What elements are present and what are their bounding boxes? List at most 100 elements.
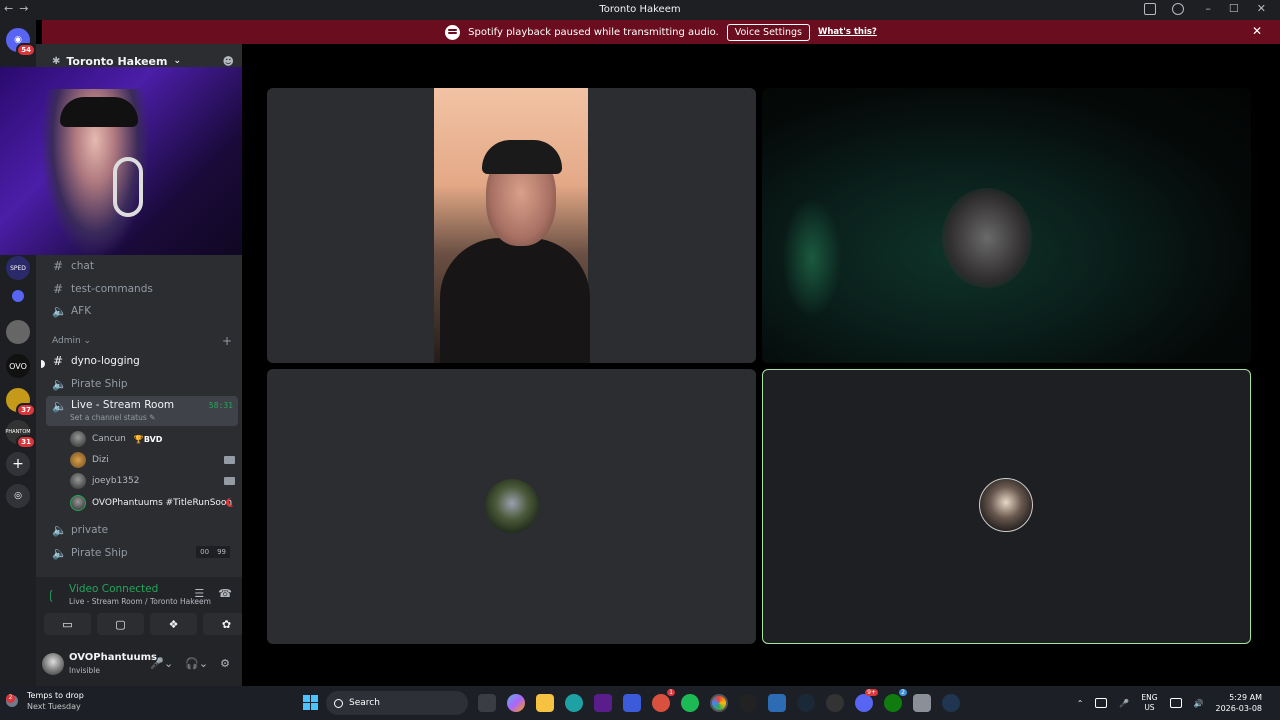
voice-panel: ❲ Video Connected Live - Stream Room / T… xyxy=(36,577,250,686)
maximize-button[interactable]: ☐ xyxy=(1229,2,1239,15)
activities-button[interactable]: ❖ xyxy=(150,613,197,635)
video-tile[interactable] xyxy=(762,88,1251,363)
video-tile[interactable] xyxy=(267,369,756,644)
speaker-icon: 🔈 xyxy=(52,523,67,537)
help-icon[interactable] xyxy=(1172,3,1184,15)
noise-suppression-icon[interactable]: ☰ xyxy=(194,587,204,600)
channel-live-stream-room[interactable]: 🔈 Live - Stream Room 58:31 Set a channel… xyxy=(46,396,238,426)
app-icon[interactable] xyxy=(594,694,612,712)
server-icon[interactable]: SPED xyxy=(6,256,30,280)
close-window-button[interactable]: ✕ xyxy=(1257,2,1266,15)
server-icon[interactable] xyxy=(6,320,30,344)
weather-icon: 2 xyxy=(6,694,18,707)
signal-icon[interactable]: ❲ xyxy=(46,588,56,602)
speaker-icon: 🔈 xyxy=(52,546,67,560)
voice-user[interactable]: OVOPhantuums #TitleRunSoon xyxy=(70,494,235,512)
channel-status[interactable]: Set a channel status ✎ xyxy=(70,413,155,422)
inbox-icon[interactable] xyxy=(1144,3,1156,15)
app-icon[interactable] xyxy=(768,694,786,712)
server-icon[interactable]: 37 xyxy=(6,388,36,417)
microphone-icon[interactable]: 🎤⌄ xyxy=(150,657,173,670)
network-icon[interactable] xyxy=(1169,698,1182,708)
discover-icon[interactable]: ◎ xyxy=(6,484,30,508)
home-icon[interactable]: ◉ 54 xyxy=(6,28,36,57)
title-bar: ←→ Toronto Hakeem – ☐ ✕ xyxy=(0,0,1280,20)
steam-icon[interactable] xyxy=(797,694,815,712)
app-icon[interactable]: 1 xyxy=(652,689,675,712)
start-button[interactable] xyxy=(303,695,318,710)
voice-user[interactable]: Cancun 🏆BVD xyxy=(70,430,235,448)
user-limit-badge: 00 99 xyxy=(196,546,230,558)
headphones-icon[interactable]: 🎧⌄ xyxy=(185,657,208,670)
server-icon[interactable]: PHANTOM 31 xyxy=(5,420,36,449)
cloud-icon[interactable] xyxy=(1095,698,1108,708)
user-panel[interactable]: OVOPhantuums Invisible 🎤⌄ 🎧⌄ ⚙ xyxy=(42,650,238,682)
edge-icon[interactable] xyxy=(565,694,583,712)
user-tag: 🏆BVD xyxy=(133,434,163,444)
video-blur-glow xyxy=(782,198,842,318)
banner-close-icon[interactable]: ✕ xyxy=(1252,24,1262,38)
category-admin[interactable]: Admin ⌄ + xyxy=(52,334,232,348)
chevron-up-icon[interactable]: ⌃ xyxy=(1077,699,1084,708)
channel-chat[interactable]: # chat xyxy=(46,256,238,276)
video-tile-speaking[interactable] xyxy=(762,369,1251,644)
app-icon[interactable] xyxy=(913,694,931,712)
camera-off-button[interactable]: ▭ xyxy=(44,613,91,635)
user-count: 00 xyxy=(196,546,214,558)
weather-widget[interactable]: 2 Temps to drop Next Tuesday xyxy=(6,691,84,711)
disconnect-icon[interactable]: ☎ xyxy=(218,587,232,600)
microphone-icon[interactable]: 🎤 xyxy=(1119,699,1129,708)
add-channel-icon[interactable]: + xyxy=(222,334,232,348)
taskbar-apps: 1 9+ 2 xyxy=(478,689,960,712)
screen-share-button[interactable]: ▢ xyxy=(97,613,144,635)
chevron-down-icon: ⌄ xyxy=(173,56,182,66)
channel-test-commands[interactable]: # test-commands xyxy=(46,279,238,299)
clock[interactable]: 5:29 AM 2026-03-08 xyxy=(1216,692,1263,714)
voice-user-name: OVOPhantuums #TitleRunSoon xyxy=(92,498,233,508)
voice-user[interactable]: Dizi xyxy=(70,451,235,469)
video-tile[interactable] xyxy=(267,88,756,363)
headphones-shape xyxy=(113,157,143,217)
channel-pirate-ship-2[interactable]: 🔈 Pirate Ship 00 99 xyxy=(46,543,238,563)
chrome-icon[interactable] xyxy=(710,694,728,712)
spotify-icon[interactable] xyxy=(681,694,699,712)
voice-location[interactable]: Live - Stream Room / Toronto Hakeem xyxy=(69,597,211,606)
copilot-icon[interactable] xyxy=(507,694,525,712)
minimize-button[interactable]: – xyxy=(1205,2,1211,15)
app-icon[interactable] xyxy=(942,694,960,712)
server-badge: 31 xyxy=(16,435,36,449)
video-grid xyxy=(242,44,1280,686)
server-icon[interactable]: OVO xyxy=(6,354,30,378)
app-icon[interactable] xyxy=(623,694,641,712)
task-view-icon[interactable] xyxy=(478,694,496,712)
taskbar-search[interactable]: Search xyxy=(326,691,468,715)
app-badge: 2 xyxy=(899,689,907,696)
whats-this-link[interactable]: What's this? xyxy=(818,27,877,37)
language-indicator[interactable]: ENG US xyxy=(1141,693,1157,713)
voice-timer: 58:31 xyxy=(208,401,233,410)
app-badge: 9+ xyxy=(865,689,878,696)
file-explorer-icon[interactable] xyxy=(536,694,554,712)
channel-afk[interactable]: 🔈 AFK xyxy=(46,301,238,321)
channel-status-text: Set a channel status xyxy=(70,413,147,422)
app-icon[interactable] xyxy=(739,694,757,712)
channel-label: chat xyxy=(71,260,94,272)
gear-icon[interactable]: ⚙ xyxy=(220,657,230,670)
language-code: ENG xyxy=(1141,693,1158,702)
add-server-icon[interactable]: + xyxy=(6,452,30,476)
hash-icon: # xyxy=(52,282,64,296)
voice-status[interactable]: Video Connected xyxy=(69,583,158,595)
voice-settings-button[interactable]: Voice Settings xyxy=(726,23,810,41)
channel-private[interactable]: 🔈 private xyxy=(46,520,238,540)
avatar xyxy=(979,478,1033,532)
user-tag-text: BVD xyxy=(143,434,163,444)
channel-pirate-ship[interactable]: 🔈 Pirate Ship xyxy=(46,374,238,394)
channel-dyno-logging[interactable]: # dyno-logging xyxy=(46,351,238,371)
channel-label: Live - Stream Room xyxy=(71,399,175,411)
xbox-icon[interactable]: 2 xyxy=(884,689,907,712)
obs-icon[interactable] xyxy=(826,694,844,712)
voice-user[interactable]: joeyb1352 xyxy=(70,472,235,490)
volume-icon[interactable]: 🔊 xyxy=(1194,699,1204,708)
folder-icon[interactable] xyxy=(12,290,24,302)
discord-icon[interactable]: 9+ xyxy=(855,689,878,712)
